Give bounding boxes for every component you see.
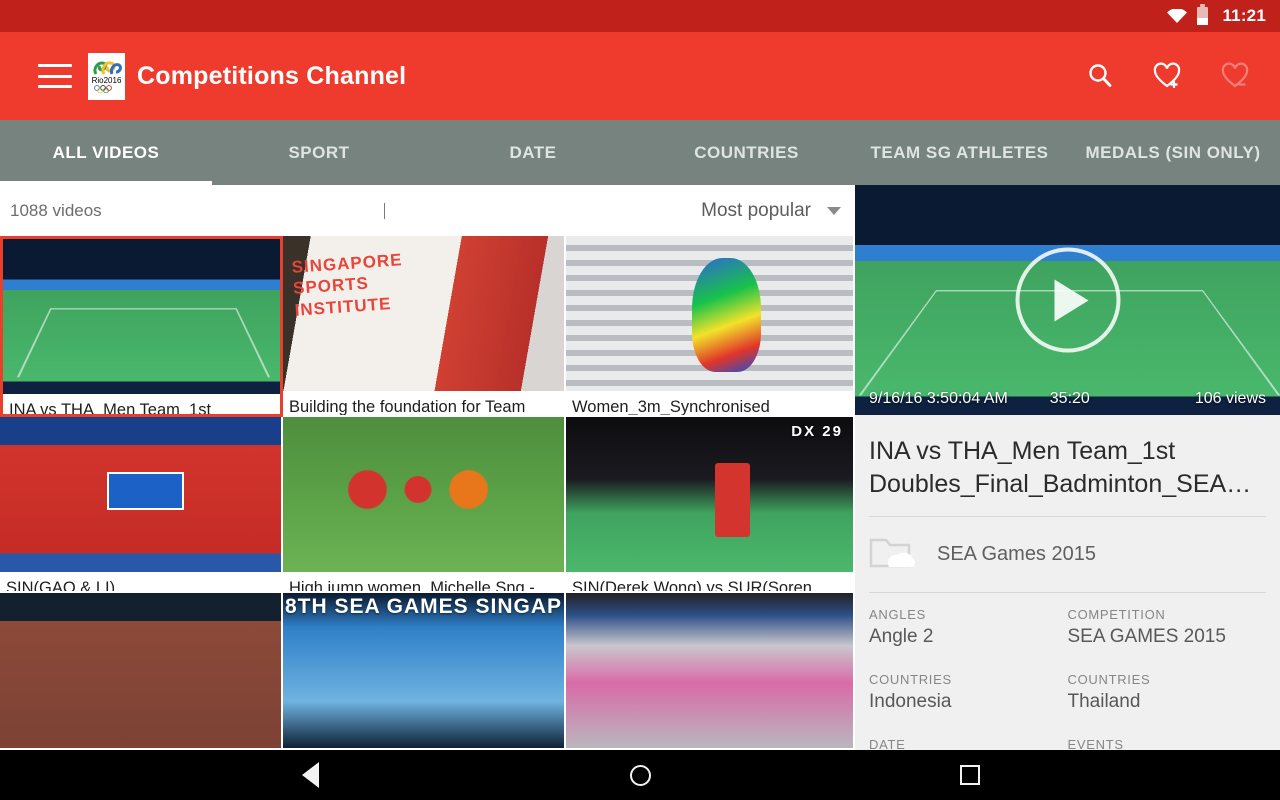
- app-root: 11:21 Rio2016 Competitions Channel ALL V…: [0, 0, 1280, 800]
- thumbnail-overlay-text: DX 29: [791, 422, 843, 440]
- metadata-value: SEA GAMES 2015: [1067, 626, 1226, 647]
- video-card[interactable]: SIN(GAO & LI) _ THA(TANVIRYAVECHAKUL P &…: [0, 416, 283, 593]
- remove-from-favorites-icon[interactable]: [1218, 58, 1254, 94]
- metadata-value: Thailand: [1067, 691, 1141, 712]
- collection-row[interactable]: SEA Games 2015: [855, 517, 1280, 592]
- metadata-value: Indonesia: [869, 691, 952, 712]
- metadata-field: COUNTRIES Thailand: [1068, 672, 1267, 737]
- video-card[interactable]: [566, 593, 855, 750]
- metadata-label: EVENTS: [1067, 737, 1124, 750]
- video-card[interactable]: High jump women, Michelle Sng - 2015 SEA…: [283, 416, 566, 593]
- video-title: High jump women, Michelle Sng - 2015 SEA…: [289, 578, 535, 593]
- video-title: INA vs THA_Men Team_1st Doubles_Final_Ba…: [9, 401, 212, 417]
- player-timestamp: 9/16/16 3:50:04 AM: [869, 390, 1008, 407]
- home-button[interactable]: [580, 764, 700, 786]
- metadata-field: COUNTRIES Indonesia: [869, 672, 1068, 737]
- video-thumbnail[interactable]: SINGAPORE SPORTS INSTITUTE: [283, 236, 564, 391]
- metadata-label: COUNTRIES: [869, 672, 952, 687]
- video-card[interactable]: Women_3m_Synchronised Springboard_Finals…: [566, 236, 855, 417]
- video-thumbnail[interactable]: [0, 416, 281, 572]
- metadata-label: COMPETITION: [1067, 607, 1166, 622]
- add-to-favorites-icon[interactable]: [1150, 58, 1186, 94]
- status-bar-clock: 11:21: [1222, 6, 1266, 25]
- recents-square-icon: [960, 765, 980, 785]
- tab-all-videos[interactable]: ALL VIDEOS: [0, 120, 212, 185]
- detail-video-title: INA vs THA_Men Team_1st Doubles_Final_Ba…: [869, 437, 1252, 498]
- video-title: SIN(GAO & LI) _ THA(TANVIRYAVECHAKUL P &: [6, 578, 129, 593]
- player-view-count: 106 views: [1194, 390, 1266, 407]
- video-count-label: 1088 videos: [10, 200, 102, 220]
- metadata-label: COUNTRIES: [1067, 672, 1151, 687]
- video-card[interactable]: INA vs THA_Men Team_1st Doubles_Final_Ba…: [0, 236, 283, 417]
- metadata-value: Angle 2: [869, 626, 934, 647]
- metadata-field: DATE: [869, 737, 1068, 750]
- sort-dropdown[interactable]: Most popular: [701, 200, 841, 222]
- text-cursor: [383, 202, 385, 219]
- home-circle-icon: [629, 764, 651, 786]
- rio-torch-icon: [92, 60, 122, 75]
- video-card[interactable]: 8TH SEA GAMES SINGAP: [283, 593, 566, 750]
- video-detail-panel: 9/16/16 3:50:04 AM 35:20 106 views INA v…: [855, 185, 1280, 750]
- android-navigation-bar: [0, 750, 1280, 800]
- rio-logo-wordmark: Rio2016: [91, 75, 122, 85]
- sort-dropdown-value: Most popular: [701, 199, 811, 221]
- video-card[interactable]: DX 29 SIN(Derek Wong) vs SUR(Soren Opti)…: [566, 416, 855, 593]
- play-button-icon[interactable]: [1015, 247, 1120, 353]
- video-thumbnail[interactable]: [566, 236, 853, 391]
- wifi-icon: [1167, 9, 1188, 23]
- thumbnail-overlay-text: SINGAPORE SPORTS INSTITUTE: [291, 250, 404, 320]
- video-player[interactable]: 9/16/16 3:50:04 AM 35:20 106 views: [855, 185, 1280, 415]
- olympic-rings-icon: [93, 84, 112, 93]
- metadata-grid: ANGLES Angle 2 COMPETITION SEA GAMES 201…: [855, 593, 1280, 750]
- video-thumbnail[interactable]: 8TH SEA GAMES SINGAP: [283, 593, 564, 748]
- video-thumbnail[interactable]: [0, 593, 281, 748]
- back-triangle-icon: [301, 762, 319, 788]
- video-title: SIN(Derek Wong) vs SUR(Soren Opti)_Men_S…: [572, 578, 812, 593]
- collection-name: SEA Games 2015: [937, 543, 1096, 565]
- video-title: Women_3m_Synchronised Springboard_Finals…: [572, 398, 770, 416]
- search-icon[interactable]: [1082, 58, 1118, 94]
- page-title: Competitions Channel: [137, 61, 407, 90]
- video-title: Building the foundation for Team Singapo…: [289, 398, 526, 416]
- cloud-folder-icon: [869, 535, 917, 574]
- recents-button[interactable]: [910, 765, 1030, 785]
- metadata-field: COMPETITION SEA GAMES 2015: [1068, 607, 1267, 672]
- thumbnail-overlay-text: 8TH SEA GAMES SINGAP: [284, 595, 563, 618]
- player-meta-bar: 9/16/16 3:50:04 AM 35:20 106 views: [855, 383, 1280, 415]
- chevron-down-icon: [827, 206, 841, 215]
- tab-sport[interactable]: SPORT: [212, 120, 426, 185]
- video-thumbnail[interactable]: [3, 239, 280, 394]
- video-grid: INA vs THA_Men Team_1st Doubles_Final_Ba…: [0, 236, 855, 750]
- video-thumbnail[interactable]: [283, 416, 564, 572]
- back-button[interactable]: [250, 762, 370, 788]
- tab-medals-sin-only[interactable]: MEDALS (SIN ONLY): [1066, 120, 1280, 185]
- status-bar: 11:21: [0, 0, 1280, 32]
- app-bar: Rio2016 Competitions Channel: [0, 32, 1280, 120]
- video-list-column: 1088 videos Most popular INA vs THA_Men …: [0, 185, 855, 750]
- filter-bar: 1088 videos Most popular: [0, 185, 855, 236]
- video-card[interactable]: [0, 593, 283, 750]
- video-thumbnail[interactable]: [566, 593, 853, 748]
- tab-countries[interactable]: COUNTRIES: [640, 120, 853, 185]
- hamburger-menu-icon[interactable]: [38, 64, 72, 88]
- metadata-field: EVENTS: [1068, 737, 1267, 750]
- metadata-label: DATE: [869, 737, 906, 750]
- play-triangle: [1054, 279, 1089, 321]
- tab-date[interactable]: DATE: [426, 120, 640, 185]
- tab-team-sg-athletes[interactable]: TEAM SG ATHLETES: [853, 120, 1066, 185]
- metadata-field: ANGLES Angle 2: [869, 607, 1068, 672]
- rio-2016-logo: Rio2016: [88, 52, 125, 100]
- metadata-label: ANGLES: [869, 607, 926, 622]
- main-content: 1088 videos Most popular INA vs THA_Men …: [0, 185, 1280, 750]
- video-card[interactable]: SINGAPORE SPORTS INSTITUTE Building the …: [283, 236, 566, 417]
- video-thumbnail[interactable]: DX 29: [566, 416, 853, 572]
- status-bar-icons: 11:21: [1167, 4, 1266, 26]
- battery-icon: [1197, 4, 1209, 25]
- tab-bar: ALL VIDEOS SPORT DATE COUNTRIES TEAM SG …: [0, 120, 1280, 185]
- app-bar-actions: [1082, 58, 1254, 94]
- player-duration: 35:20: [1049, 390, 1090, 407]
